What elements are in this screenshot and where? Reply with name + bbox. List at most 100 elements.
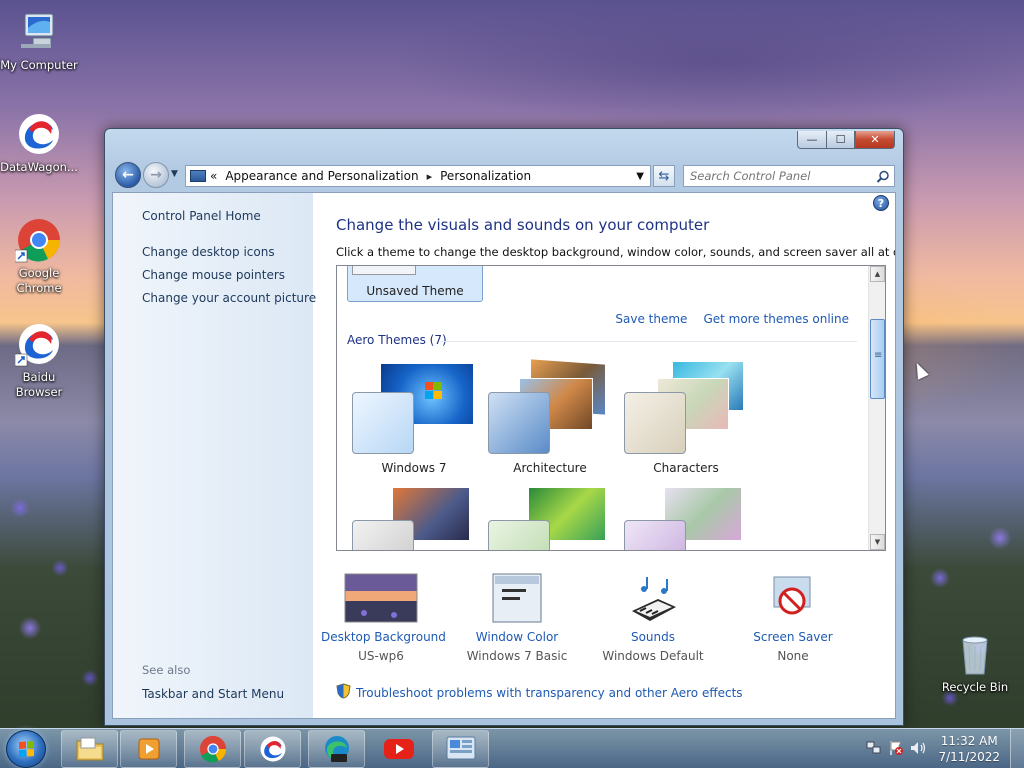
desktop-icon-datawagon[interactable]: DataWagon... bbox=[0, 110, 78, 175]
taskbar-youtube[interactable] bbox=[370, 730, 427, 768]
unsaved-theme-item[interactable]: Unsaved Theme bbox=[347, 266, 483, 302]
scroll-up-icon[interactable]: ▲ bbox=[870, 266, 885, 282]
theme-nature[interactable] bbox=[485, 488, 615, 550]
back-button[interactable]: ← bbox=[115, 162, 141, 188]
refresh-button[interactable]: ⇆ bbox=[653, 165, 675, 187]
change-desktop-icons-link[interactable]: Change desktop icons bbox=[142, 245, 275, 259]
maximize-button[interactable]: ☐ bbox=[826, 131, 855, 149]
screen-saver-value: None bbox=[777, 649, 809, 663]
group-divider bbox=[441, 341, 857, 342]
taskbar-control-panel[interactable] bbox=[432, 730, 489, 768]
desktop-icon-label: Google Chrome bbox=[16, 266, 62, 295]
taskbar: 11:32 AM 7/11/2022 bbox=[0, 728, 1024, 768]
taskbar-google-chrome[interactable] bbox=[184, 730, 241, 768]
control-panel-home-link[interactable]: Control Panel Home bbox=[142, 209, 261, 223]
screen-saver-link[interactable]: Screen Saver bbox=[733, 630, 853, 644]
color-swatch bbox=[352, 392, 414, 454]
system-clock[interactable]: 11:32 AM 7/11/2022 bbox=[938, 733, 1000, 765]
get-more-themes-link[interactable]: Get more themes online bbox=[703, 312, 849, 326]
change-account-picture-link[interactable]: Change your account picture bbox=[142, 291, 316, 305]
taskbar-start-menu-link[interactable]: Taskbar and Start Menu bbox=[142, 687, 284, 701]
theme-landscapes[interactable] bbox=[349, 488, 479, 550]
desktop-background-thumbnail bbox=[344, 573, 418, 625]
window-color-link[interactable]: Window Color bbox=[457, 630, 577, 644]
help-icon[interactable]: ? bbox=[873, 195, 889, 211]
desktop-icon-label: My Computer bbox=[0, 58, 78, 72]
show-desktop-button[interactable] bbox=[1010, 729, 1024, 768]
page-title: Change the visuals and sounds on your co… bbox=[336, 216, 710, 234]
theme-list-scrollbar[interactable]: ▲ ▼ bbox=[868, 266, 885, 550]
screen-saver-icon bbox=[756, 573, 830, 625]
theme-list[interactable]: Unsaved Theme Save theme Get more themes… bbox=[336, 265, 886, 551]
volume-icon[interactable] bbox=[910, 740, 928, 760]
taskbar-file-explorer[interactable] bbox=[61, 730, 118, 768]
color-swatch bbox=[624, 392, 686, 454]
address-bar[interactable]: « Appearance and Personalization ▸ Perso… bbox=[185, 165, 651, 187]
sounds-icon bbox=[616, 573, 690, 625]
address-dropdown-icon[interactable]: ▼ bbox=[636, 171, 644, 182]
close-button[interactable]: ✕ bbox=[855, 131, 895, 149]
theme-characters[interactable]: Characters bbox=[621, 362, 751, 475]
theme-actions: Save theme Get more themes online bbox=[615, 312, 849, 326]
window-color-icon bbox=[480, 573, 554, 625]
sounds-setting[interactable]: Sounds Windows Default bbox=[593, 573, 713, 663]
desktop-background-value: US-wp6 bbox=[358, 649, 404, 663]
page-description: Click a theme to change the desktop back… bbox=[336, 245, 896, 259]
color-swatch bbox=[624, 520, 686, 550]
desktop-icon-google-chrome[interactable]: Google Chrome bbox=[0, 216, 78, 296]
chrome-icon bbox=[14, 216, 63, 264]
clock-time: 11:32 AM bbox=[940, 734, 998, 748]
screen-saver-setting[interactable]: Screen Saver None bbox=[733, 573, 853, 663]
desktop-icon-recycle-bin[interactable]: Recycle Bin bbox=[936, 630, 1014, 695]
unsaved-theme-label: Unsaved Theme bbox=[366, 284, 464, 298]
search-icon[interactable] bbox=[876, 169, 890, 183]
recent-pages-dropdown[interactable]: ▼ bbox=[171, 169, 178, 179]
desktop-icon-label: Recycle Bin bbox=[941, 680, 1009, 694]
network-icon[interactable] bbox=[866, 740, 882, 760]
desktop-icon-baidu-browser[interactable]: Baidu Browser bbox=[0, 320, 78, 400]
taskbar-media-player[interactable] bbox=[120, 730, 177, 768]
window-color-value: Windows 7 Basic bbox=[466, 649, 568, 663]
arrow-right-icon: → bbox=[150, 167, 162, 183]
taskbar-edge-dev[interactable] bbox=[308, 730, 365, 768]
desktop-background-setting[interactable]: Desktop Background US-wp6 bbox=[321, 573, 446, 663]
troubleshoot-aero-link[interactable]: Troubleshoot problems with transparency … bbox=[336, 683, 743, 702]
desktop-icon-my-computer[interactable]: My Computer bbox=[0, 8, 78, 73]
theme-windows-7[interactable]: Windows 7 bbox=[349, 364, 479, 475]
theme-name: Characters bbox=[653, 461, 719, 475]
color-swatch bbox=[352, 520, 414, 550]
breadcrumb-appearance[interactable]: Appearance and Personalization bbox=[225, 169, 418, 183]
chrome-icon bbox=[199, 735, 226, 763]
save-theme-link[interactable]: Save theme bbox=[615, 312, 687, 326]
desktop-background-link[interactable]: Desktop Background bbox=[321, 630, 446, 644]
mouse-cursor bbox=[911, 360, 929, 380]
theme-architecture[interactable]: Architecture bbox=[485, 359, 615, 475]
search-box[interactable] bbox=[683, 165, 895, 187]
theme-scenes[interactable] bbox=[621, 488, 751, 550]
window-controls: — ☐ ✕ bbox=[797, 131, 895, 149]
forward-button[interactable]: → bbox=[143, 162, 169, 188]
baidu-browser-icon bbox=[14, 320, 63, 368]
control-panel-icon bbox=[190, 170, 206, 182]
minimize-button[interactable]: — bbox=[797, 131, 826, 149]
change-mouse-pointers-link[interactable]: Change mouse pointers bbox=[142, 268, 285, 282]
windows-logo-icon bbox=[19, 740, 34, 757]
see-also-heading: See also bbox=[142, 663, 191, 677]
search-input[interactable] bbox=[690, 169, 870, 183]
address-overflow-chevron[interactable]: « bbox=[210, 169, 217, 183]
youtube-icon bbox=[383, 739, 414, 759]
scroll-thumb[interactable] bbox=[870, 319, 885, 399]
breadcrumb-separator-icon[interactable]: ▸ bbox=[427, 170, 433, 183]
control-panel-icon bbox=[446, 736, 475, 760]
color-swatch bbox=[488, 520, 550, 550]
action-center-flag-icon[interactable] bbox=[888, 740, 904, 760]
sounds-link[interactable]: Sounds bbox=[593, 630, 713, 644]
start-button[interactable] bbox=[6, 730, 46, 768]
window-color-setting[interactable]: Window Color Windows 7 Basic bbox=[457, 573, 577, 663]
theme-name: Windows 7 bbox=[381, 461, 447, 475]
theme-thumbnail bbox=[352, 266, 416, 275]
taskbar-baidu-browser[interactable] bbox=[244, 730, 301, 768]
window-content: Control Panel Home Change desktop icons … bbox=[112, 192, 896, 719]
breadcrumb-personalization[interactable]: Personalization bbox=[440, 169, 531, 183]
scroll-down-icon[interactable]: ▼ bbox=[870, 534, 885, 550]
